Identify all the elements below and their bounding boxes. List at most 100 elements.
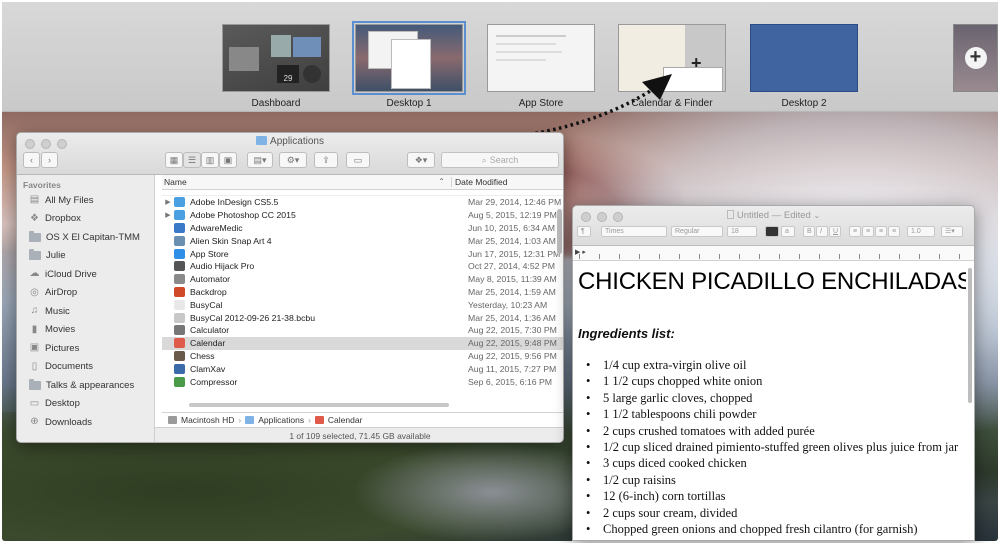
file-name: Alien Skin Snap Art 4 (190, 235, 272, 246)
align-left-button[interactable]: ≡ (849, 226, 861, 237)
table-row[interactable]: Automator May 8, 2015, 11:39 AM (162, 273, 563, 286)
textedit-window[interactable]: Untitled — Edited ⌄ ¶ Times Regular 18 a… (572, 205, 975, 541)
document-body[interactable]: CHICKEN PICADILLO ENCHILADAS Ingredients… (573, 262, 966, 540)
path-item[interactable]: Macintosh HD (181, 415, 234, 425)
table-row[interactable]: Alien Skin Snap Art 4 Mar 25, 2014, 1:03 … (162, 234, 563, 247)
edit-tags-button[interactable]: ▭ (346, 152, 370, 168)
highlight-color-button[interactable]: a (781, 226, 795, 237)
disclosure-triangle-icon[interactable]: ▶ (162, 211, 174, 219)
space-dashboard[interactable]: 29 Dashboard (222, 24, 330, 109)
path-item[interactable]: Applications (258, 415, 304, 425)
file-list[interactable]: Name ⌃ Date Modified ▶ Adobe InDesign CS5.… (162, 175, 563, 404)
list-bullets-menu[interactable]: ☰▾ (941, 226, 963, 237)
tag-icon: ▭ (353, 154, 363, 165)
vertical-scrollbar[interactable] (968, 268, 972, 403)
table-row[interactable]: Audio Hijack Pro Oct 27, 2014, 4:52 PM (162, 260, 563, 273)
table-row[interactable]: ClamXav Aug 11, 2015, 7:27 PM (162, 362, 563, 375)
ingredient-item: 1/2 cup raisins (578, 473, 966, 489)
font-style-menu[interactable]: Regular (671, 226, 723, 237)
table-row[interactable]: BusyCal Yesterday, 10:23 AM (162, 298, 563, 311)
align-center-button[interactable]: ≡ (862, 226, 874, 237)
table-row[interactable]: App Store Jun 17, 2015, 12:31 PM (162, 247, 563, 260)
finder-window[interactable]: Applications ‹ › ▦ ☰ ▥ ▣ ▤▾ ⚙▾ ⇪ ▭ ❖▾ ⌕ S… (16, 132, 564, 443)
folder-icon (174, 197, 185, 208)
justify-button[interactable]: ≡ (888, 226, 900, 237)
app-icon (174, 350, 185, 361)
folder-icon (245, 416, 255, 424)
space-desktop-2[interactable]: Desktop 2 (750, 24, 858, 109)
cover-flow-button[interactable]: ▣ (219, 152, 237, 168)
table-row[interactable]: AdwareMedic Jun 10, 2015, 6:34 AM (162, 222, 563, 235)
horizontal-scrollbar[interactable] (189, 403, 449, 407)
table-row[interactable]: Calendar Aug 22, 2015, 9:48 PM (162, 336, 563, 350)
column-header-name[interactable]: Name ⌃ (162, 177, 451, 187)
app-icon (174, 248, 185, 259)
arrange-button[interactable]: ▤▾ (247, 152, 273, 168)
ruler[interactable]: ▶ ▸ (573, 246, 974, 261)
chevron-right-icon: › (48, 155, 51, 165)
date-modified: Aug 22, 2015, 9:56 PM (468, 350, 557, 361)
sidebar-item-julie[interactable]: Julie (17, 247, 154, 266)
ingredient-item: 2 cups crushed tomatoes with added purée (578, 424, 966, 440)
mini-line (496, 51, 562, 53)
sidebar-item-all-my-files[interactable]: ▤ All My Files (17, 191, 154, 210)
sidebar-item-downloads[interactable]: ⊕ Downloads (17, 413, 154, 432)
search-icon: ⌕ (481, 154, 487, 165)
disclosure-triangle-icon[interactable]: ▶ (162, 198, 174, 206)
file-name: Calendar (190, 338, 226, 349)
line-spacing-menu[interactable]: 1.0 (907, 226, 935, 237)
date-modified: Aug 11, 2015, 7:27 PM (468, 363, 557, 374)
table-row[interactable]: BusyCal 2012-09-26 21-38.bcbu Mar 25, 201… (162, 311, 563, 324)
icon-view-button[interactable]: ▦ (165, 152, 183, 168)
path-item[interactable]: Calendar (328, 415, 363, 425)
text-color-button[interactable] (765, 226, 779, 237)
dropbox-button[interactable]: ❖▾ (407, 152, 435, 168)
sidebar-item-talks-appearances[interactable]: Talks & appearances (17, 376, 154, 395)
sidebar-item-label: Desktop (45, 398, 80, 410)
path-bar: Macintosh HD › Applications › Calendar (162, 412, 563, 427)
sidebar-item-airdrop[interactable]: ◎ AirDrop (17, 284, 154, 303)
font-family-menu[interactable]: Times (601, 226, 667, 237)
date-modified: Aug 22, 2015, 9:48 PM (468, 338, 557, 349)
search-field[interactable]: ⌕ Search (441, 152, 559, 168)
column-header-date[interactable]: Date Modified (451, 177, 551, 187)
plus-icon: + (964, 47, 987, 69)
sidebar-item-documents[interactable]: ▯ Documents (17, 358, 154, 377)
table-row[interactable]: ▶ Adobe Photoshop CC 2015 Aug 5, 2015, 12:… (162, 209, 563, 222)
sidebar-item-dropbox[interactable]: ❖ Dropbox (17, 210, 154, 229)
table-row[interactable]: ▶ Adobe InDesign CS5.5 Mar 29, 2014, 12:46… (162, 196, 563, 209)
sidebar-item-music[interactable]: ♫ Music (17, 302, 154, 321)
sidebar-item-desktop[interactable]: ▭ Desktop (17, 395, 154, 414)
dropbox-icon: ❖▾ (414, 154, 428, 165)
bold-button[interactable]: B (803, 226, 815, 237)
share-button[interactable]: ⇪ (314, 152, 338, 168)
sidebar-item-icloud-drive[interactable]: ☁ iCloud Drive (17, 265, 154, 284)
table-row[interactable]: Calculator Aug 22, 2015, 7:30 PM (162, 324, 563, 337)
table-row[interactable]: Compressor Sep 6, 2015, 6:16 PM (162, 375, 563, 388)
table-row[interactable]: Chess Aug 22, 2015, 9:56 PM (162, 350, 563, 363)
sidebar-item-pictures[interactable]: ▣ Pictures (17, 339, 154, 358)
paragraph-style-menu[interactable]: ¶ (577, 226, 591, 237)
window-title-text: Applications (270, 136, 324, 147)
add-space-button[interactable]: + (953, 24, 998, 92)
align-right-button[interactable]: ≡ (875, 226, 887, 237)
underline-button[interactable]: U (829, 226, 841, 237)
ingredients-heading: Ingredients list: (578, 326, 675, 341)
back-button[interactable]: ‹ (23, 152, 40, 168)
font-size-menu[interactable]: 18 (727, 226, 757, 237)
hard-drive-icon (168, 416, 177, 424)
mini-line (496, 35, 566, 37)
sidebar-item-movies[interactable]: ▮ Movies (17, 321, 154, 340)
action-button[interactable]: ⚙▾ (279, 152, 307, 168)
italic-button[interactable]: I (816, 226, 828, 237)
dropbox-icon: ❖ (30, 212, 39, 224)
list-view-button[interactable]: ☰ (183, 152, 201, 168)
table-row[interactable]: Backdrop Mar 25, 2014, 1:59 AM (162, 286, 563, 299)
app-icon (174, 325, 185, 336)
app-icon (174, 299, 185, 310)
column-view-button[interactable]: ▥ (201, 152, 219, 168)
vertical-scrollbar[interactable] (557, 209, 562, 254)
forward-button[interactable]: › (41, 152, 58, 168)
finder-sidebar: Favorites ▤ All My Files ❖ Dropbox OS X El… (17, 175, 155, 442)
sidebar-item-os-x-el-capitan[interactable]: OS X El Capitan-TMM (17, 228, 154, 247)
